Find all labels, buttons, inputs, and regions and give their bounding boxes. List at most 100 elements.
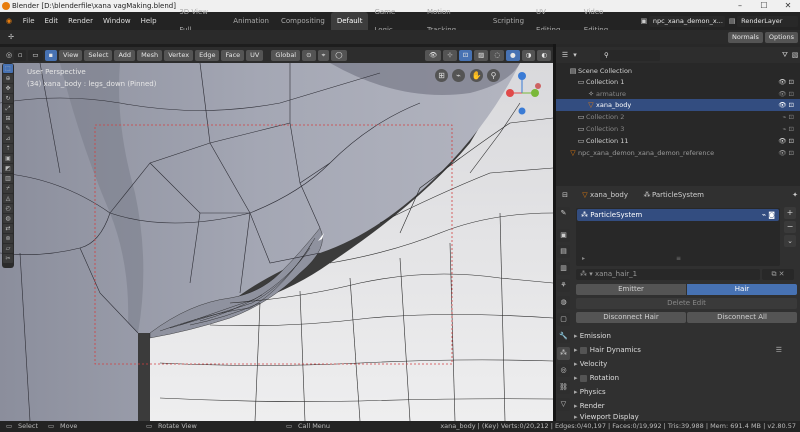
transform-icon[interactable]: ✢ [6,32,16,42]
tab-scripting[interactable]: Scripting [487,12,530,30]
particle-specials-button[interactable]: ⌄ [784,235,796,247]
render-layer-icon[interactable]: ▤ [727,16,737,26]
visibility-eye-icon[interactable]: 👁 ⊡ [778,135,794,147]
visibility-eye-icon[interactable]: ⌁ ⊡ [783,111,794,123]
panel-hair-dynamics[interactable]: ▸ Hair Dynamics ☰ [574,344,800,357]
visibility-dropdown[interactable]: 👁 [424,49,442,61]
delete-edit-button[interactable]: Delete Edit [576,298,797,309]
normals-dropdown[interactable]: Normals [728,31,763,43]
tab-compositing[interactable]: Compositing [275,12,331,30]
outliner-row[interactable]: ▭ Collection 3 ⌁ ⊡ [556,123,800,135]
outliner-row[interactable]: ▭ Collection 11 👁 ⊡ [556,135,800,147]
outliner-search-input[interactable]: ⚲ [600,49,660,61]
render-tab-icon[interactable]: ▣ [557,229,570,242]
view-layer-tab-icon[interactable]: ▥ [557,262,570,275]
snap-toggle[interactable]: ⌖ [317,49,330,61]
menu-file[interactable]: File [18,12,40,30]
navigation-gizmo[interactable] [500,68,548,118]
rendered-shading[interactable]: ◐ [537,49,551,61]
blender-menu-icon[interactable]: ◉ [4,16,14,26]
wireframe-shading[interactable]: ◌ [490,49,504,61]
loopcut-tool-icon[interactable]: ▥ [3,174,13,183]
view-menu[interactable]: View [58,49,83,61]
close-button[interactable]: ✕ [776,0,800,12]
bevel-tool-icon[interactable]: ◩ [3,164,13,173]
outliner-row[interactable]: ▽ npc_xana_demon_xana_demon_reference 👁 ⊡ [556,147,800,159]
panel-viewport-display[interactable]: ▸ Viewport Display [574,412,800,421]
edge-menu[interactable]: Edge [195,49,220,61]
pivot-dropdown[interactable]: ⊙ [302,49,316,61]
particle-settings-field[interactable]: ⁂ ▾ xana_hair_1 [576,269,760,280]
list-resize-handle[interactable]: ≡ [676,255,681,262]
render-camera-icon[interactable]: ⌁ ◙ [762,209,775,221]
pin-icon[interactable]: ✦ [790,190,800,200]
pan-hand-icon[interactable]: ✋ [470,69,483,82]
add-menu[interactable]: Add [114,49,136,61]
visibility-eye-icon[interactable]: 👁 ⊡ [778,147,794,159]
menu-window[interactable]: Window [98,12,136,30]
panel-menu-icon[interactable]: ☰ [776,344,782,357]
menu-edit[interactable]: Edit [40,12,64,30]
polybuild-tool-icon[interactable]: ◬ [3,194,13,203]
mode-vertex-select[interactable]: ▫ [14,49,27,61]
mesh-menu[interactable]: Mesh [137,49,163,61]
outliner-row[interactable]: ▭ Collection 2 ⌁ ⊡ [556,111,800,123]
hair-dynamics-checkbox[interactable] [579,346,587,354]
uv-menu[interactable]: UV [246,49,264,61]
camera-view-icon[interactable]: ⌁ [452,69,465,82]
select-tool-icon[interactable]: ⬚ [3,64,13,73]
particle-system-item[interactable]: ⁂ ParticleSystem ⌁ ◙ [577,209,779,221]
filter-icon[interactable]: ⛛ [780,50,790,60]
shrink-tool-icon[interactable]: ⊚ [3,234,13,243]
outliner-row[interactable]: ▭ Collection 1 👁 ⊡ [556,76,800,88]
visibility-eye-icon[interactable]: ⌁ ⊡ [783,123,794,135]
outliner-editor-icon[interactable]: ☰ [560,50,570,60]
rip-tool-icon[interactable]: ✂ [3,254,13,263]
render-layer-selector[interactable]: RenderLayer [737,15,798,27]
scene-tab-icon[interactable]: ⚘ [557,279,570,292]
remove-particle-button[interactable]: − [784,221,796,233]
rotate-tool-icon[interactable]: ↻ [3,94,13,103]
transform-tool-icon[interactable]: ⊞ [3,114,13,123]
solid-shading[interactable]: ● [505,49,520,61]
minimize-button[interactable]: – [728,0,752,12]
scene-selector[interactable]: npc_xana_demon_x... [648,15,726,27]
panel-velocity[interactable]: ▸ Velocity [574,358,800,371]
cursor-tool-icon[interactable]: ⊕ [3,74,13,83]
particles-tab-icon[interactable]: ⁂ [557,347,570,360]
disconnect-hair-button[interactable]: Disconnect Hair [576,312,686,323]
proportional-toggle[interactable]: ◯ [331,49,347,61]
list-expand-icon[interactable]: ▸ [582,255,585,262]
shear-tool-icon[interactable]: ▱ [3,244,13,253]
panel-physics[interactable]: ▸ Physics [574,386,800,399]
material-shading[interactable]: ◑ [521,49,536,61]
panel-emission[interactable]: ▸ Emission [574,330,800,343]
rotation-checkbox[interactable] [579,374,587,382]
edge-slide-tool-icon[interactable]: ⇄ [3,224,13,233]
settings-copy-delete[interactable]: ⧉ ✕ [762,269,794,280]
measure-tool-icon[interactable]: ⊿ [3,134,13,143]
panel-rotation[interactable]: ▸ Rotation [574,372,800,385]
properties-editor-icon[interactable]: ⊟ [560,190,570,200]
inset-tool-icon[interactable]: ▣ [3,154,13,163]
hair-toggle[interactable]: Hair [687,284,797,295]
editor-type-icon[interactable]: ◎ [4,50,14,60]
vertex-menu[interactable]: Vertex [164,49,194,61]
world-tab-icon[interactable]: ◍ [557,296,570,309]
annotate-tool-icon[interactable]: ✎ [3,124,13,133]
emitter-toggle[interactable]: Emitter [576,284,686,295]
mode-face-select[interactable]: ▪ [44,49,57,61]
select-menu[interactable]: Select [84,49,113,61]
tool-tab-icon[interactable]: ✎ [557,207,570,220]
physics-tab-icon[interactable]: ◎ [557,364,570,377]
grid-view-icon[interactable]: ⊞ [435,69,448,82]
knife-tool-icon[interactable]: ⌿ [3,184,13,193]
add-particle-button[interactable]: + [784,207,796,219]
move-tool-icon[interactable]: ✥ [3,84,13,93]
orientation-dropdown[interactable]: Global [271,49,301,61]
visibility-eye-icon[interactable]: 👁 ⊡ [778,99,794,111]
outliner-row-selected[interactable]: ▽ xana_body 👁 ⊡ [556,99,800,111]
smooth-tool-icon[interactable]: ◍ [3,214,13,223]
extrude-tool-icon[interactable]: ⇡ [3,144,13,153]
scale-tool-icon[interactable]: ⤢ [3,104,13,113]
